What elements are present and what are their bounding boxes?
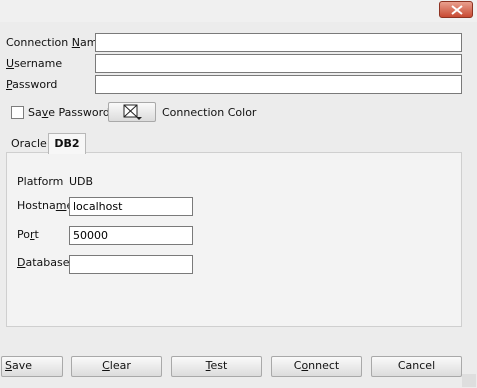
close-button[interactable] [439,1,473,18]
platform-label: Platform [17,175,64,188]
platform-value: UDB [69,175,94,188]
connection-color-label: Connection Color [162,106,257,119]
color-swatch-icon [123,104,142,120]
save-password-checkbox[interactable] [11,106,24,119]
database-label: Database [17,256,70,269]
username-field[interactable] [95,54,462,73]
resize-grip[interactable] [462,374,476,387]
save-password-label[interactable]: Save Password [28,106,110,119]
tab-db2[interactable]: DB2 [48,133,86,154]
username-label: Username [6,57,63,70]
password-label: Password [6,78,58,91]
connect-button[interactable]: Connect [271,356,362,377]
hostname-field[interactable] [69,197,193,216]
tab-oracle[interactable]: Oracle [11,137,47,150]
hostname-label: Hostname [17,199,73,212]
port-label: Port [17,228,39,241]
close-icon [451,5,463,15]
connection-name-label: Connection Name [6,36,105,49]
connection-name-field[interactable] [95,33,462,52]
test-button[interactable]: Test [171,356,262,377]
clear-button[interactable]: Clear [71,356,162,377]
port-field[interactable] [69,226,193,245]
save-button[interactable]: Save [1,356,63,377]
connection-color-button[interactable] [108,102,156,122]
cancel-button[interactable]: Cancel [371,356,462,377]
title-bar [0,0,477,22]
database-field[interactable] [69,255,193,274]
password-field[interactable] [95,75,462,94]
